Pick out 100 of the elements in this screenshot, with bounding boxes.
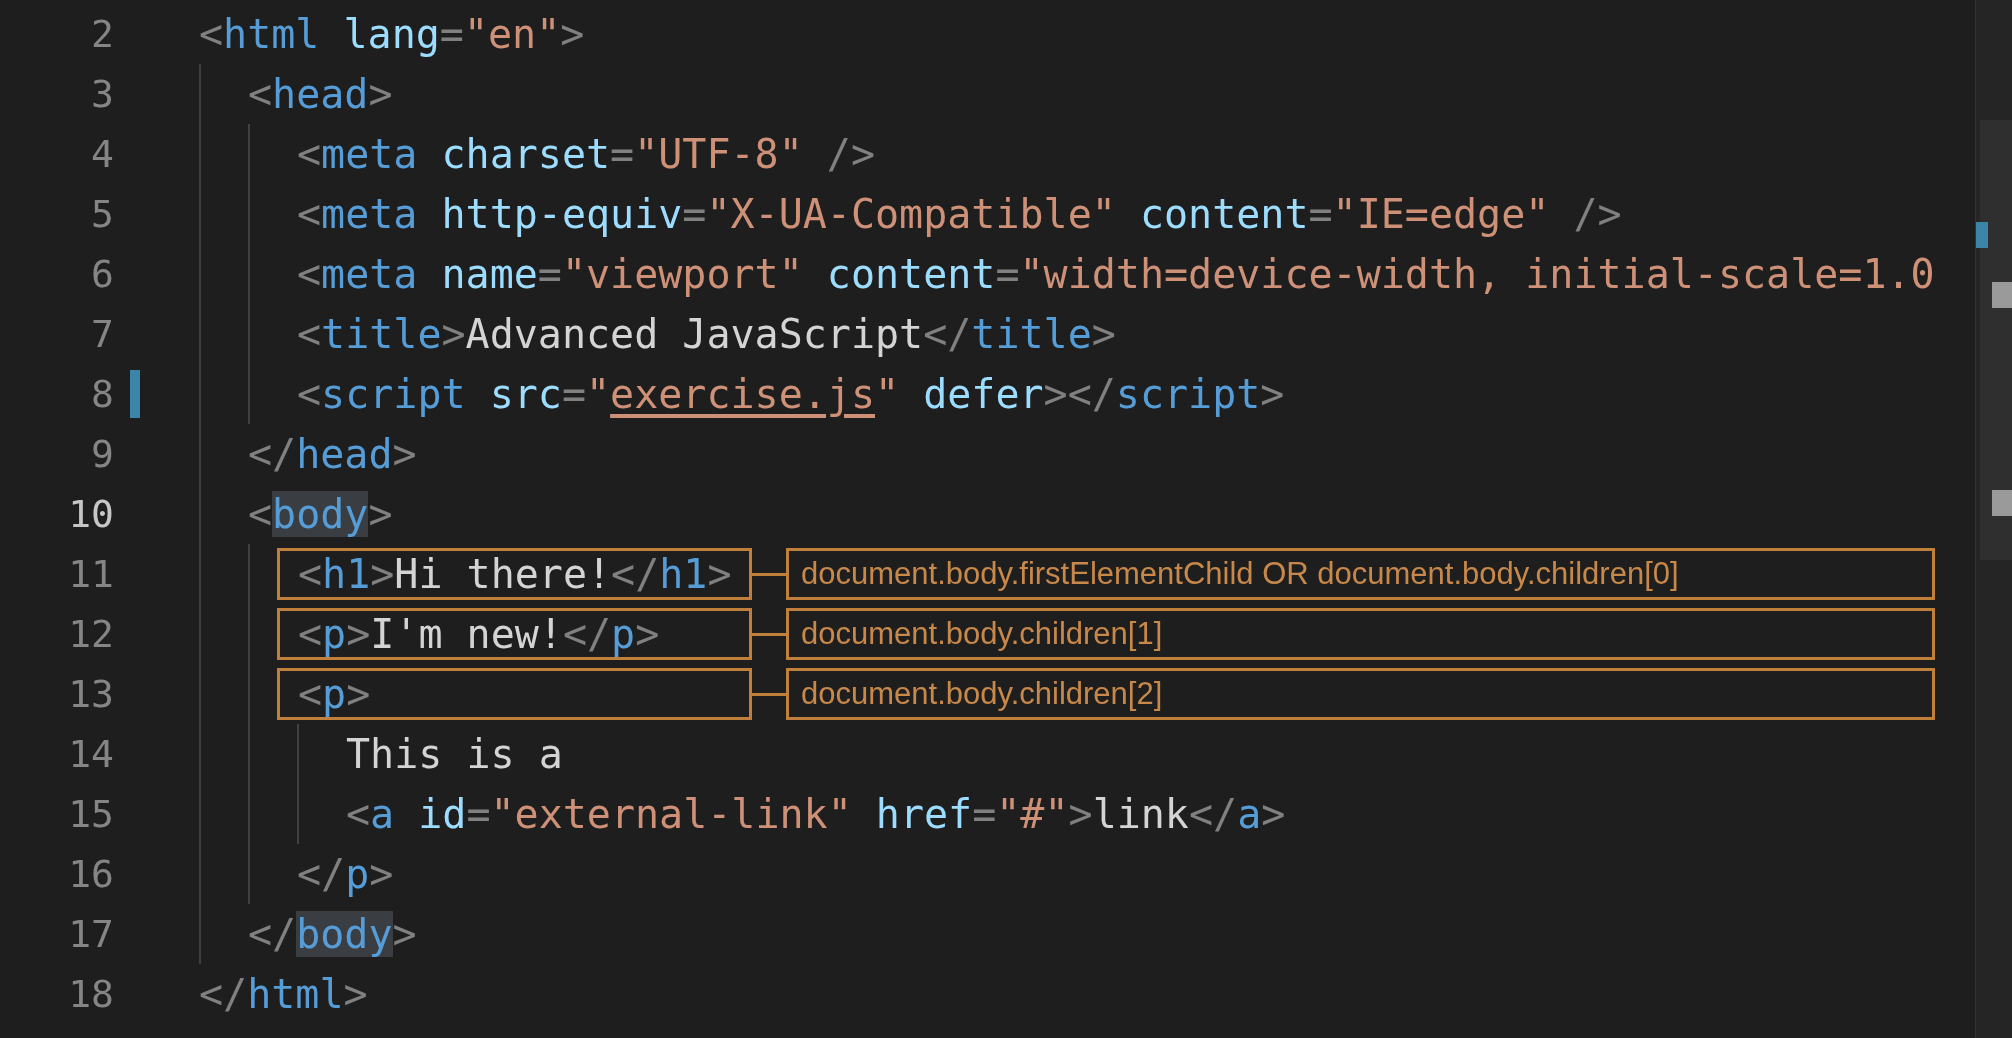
code-token: script	[321, 371, 466, 417]
code-token: >	[441, 311, 466, 357]
code-token: id	[417, 791, 467, 837]
code-token: script	[1115, 371, 1261, 417]
code-token: />	[1572, 191, 1622, 237]
code-token: >	[1091, 311, 1116, 357]
code-token: </	[1188, 791, 1238, 837]
code-token: "en"	[463, 11, 561, 57]
line-number: 11	[68, 552, 114, 596]
code-token: title	[321, 311, 442, 357]
code-token: </	[297, 851, 346, 897]
annotation-label: document.body.children[2]	[786, 668, 1935, 720]
code-token: ></	[1043, 371, 1116, 417]
code-token: </	[199, 971, 248, 1017]
code-token: </	[923, 311, 972, 357]
code-token: content	[1138, 191, 1309, 237]
code-token: />	[825, 131, 875, 177]
code-token: >	[368, 71, 393, 117]
code-token: h1	[322, 551, 371, 597]
code-token: p	[611, 611, 636, 657]
code-token: html	[223, 11, 320, 57]
code-token: body	[272, 491, 369, 537]
code-token: src	[488, 371, 562, 417]
code-token: <	[297, 191, 322, 237]
code-token: >	[635, 611, 660, 657]
code-token: =	[1308, 191, 1333, 237]
code-token: p	[322, 671, 347, 717]
code-token: </	[562, 611, 612, 657]
code-token: >	[346, 611, 371, 657]
annotation-label: document.body.firstElementChild OR document.body.children[0]	[786, 548, 1935, 600]
code-token: "UTF-8"	[634, 131, 803, 177]
code-token: href	[874, 791, 973, 837]
code-token: >	[1260, 371, 1285, 417]
code-token: Advanced JavaScript	[465, 311, 924, 357]
code-token: name	[440, 251, 538, 297]
code-token: =	[439, 11, 464, 57]
line-number: 14	[68, 732, 114, 776]
code-token: =	[610, 131, 635, 177]
code-token: =	[972, 791, 997, 837]
code-token: defer	[922, 371, 1044, 417]
code-token: >	[368, 491, 393, 537]
code-token: <	[298, 611, 323, 657]
code-token: <	[298, 551, 323, 597]
code-token: meta	[321, 251, 418, 297]
code-token: =	[682, 191, 707, 237]
line-number: 12	[68, 612, 114, 656]
code-token: a	[1237, 791, 1262, 837]
code-token: </	[611, 551, 660, 597]
code-token: >	[392, 431, 417, 477]
line-number: 8	[91, 372, 114, 416]
code-token: head	[296, 431, 393, 477]
code-token: Hi there!	[394, 551, 612, 597]
code-token: link	[1092, 791, 1189, 837]
code-token: meta	[321, 191, 418, 237]
code-token: >	[343, 971, 368, 1017]
code-token: http-equiv	[440, 191, 683, 237]
line-number: 9	[91, 432, 114, 476]
code-token: I'm new!	[370, 611, 563, 657]
code-token: >	[560, 11, 585, 57]
code-token: head	[272, 71, 369, 117]
line-number: 5	[91, 192, 114, 236]
code-token: <	[297, 371, 322, 417]
code-token: "	[875, 371, 900, 417]
code-token: "IE=edge"	[1332, 191, 1550, 237]
code-token: charset	[440, 131, 611, 177]
code-token: a	[370, 791, 395, 837]
code-token: p	[345, 851, 370, 897]
code-token: >	[369, 851, 394, 897]
code-token: "#"	[996, 791, 1069, 837]
code-token: >	[1068, 791, 1093, 837]
line-number: 6	[91, 252, 114, 296]
code-token: "	[586, 371, 611, 417]
line-number: 2	[91, 12, 114, 56]
code-token: >	[346, 671, 371, 717]
line-number: 7	[91, 312, 114, 356]
code-token: html	[247, 971, 344, 1017]
code-token: >	[1261, 791, 1286, 837]
code-token: content	[825, 251, 996, 297]
code-token: title	[971, 311, 1092, 357]
line-number: 17	[68, 912, 114, 956]
line-number: 13	[68, 672, 114, 716]
file-link[interactable]: exercise.js	[610, 371, 875, 417]
code-token: <	[298, 671, 323, 717]
code-token: <	[199, 11, 224, 57]
code-token: <	[297, 311, 322, 357]
code-token: "external-link"	[490, 791, 852, 837]
code-token: <	[346, 791, 371, 837]
code-token: </	[248, 431, 297, 477]
code-token: >	[707, 551, 732, 597]
code-token: h1	[659, 551, 708, 597]
scrollbar[interactable]	[1975, 0, 2012, 1038]
code-token: <	[297, 251, 322, 297]
line-number: 3	[91, 72, 114, 116]
code-token: </	[248, 911, 297, 957]
code-token: =	[561, 371, 586, 417]
code-token: meta	[321, 131, 418, 177]
code-token: body	[296, 911, 393, 957]
code-token: =	[466, 791, 491, 837]
code-token: >	[392, 911, 417, 957]
code-token: "width=device-width, initial-scale=1.0	[1019, 251, 1935, 297]
